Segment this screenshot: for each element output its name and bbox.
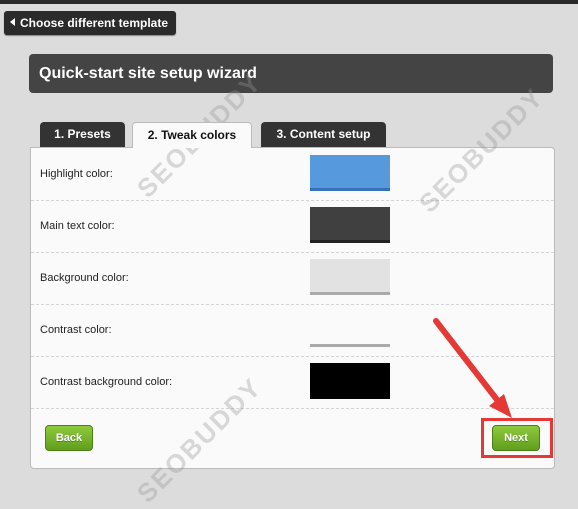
annotation-arrow-icon [433,318,512,418]
tab-tweak-colors[interactable]: 2. Tweak colors [132,122,252,148]
